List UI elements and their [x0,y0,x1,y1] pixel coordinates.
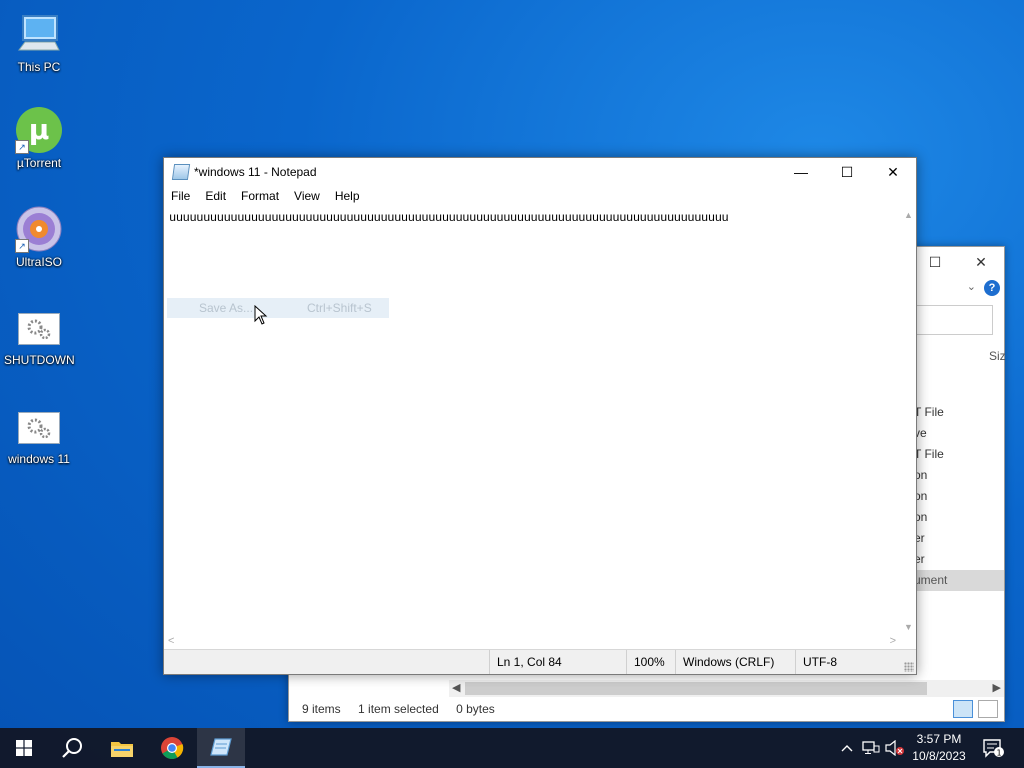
desktop-icon-windows-11[interactable]: windows 11 [4,406,74,466]
mouse-cursor-icon [254,304,268,328]
desktop-icon-label: windows 11 [8,452,70,466]
utorrent-icon: µ ↗ [15,106,63,154]
file-explorer-taskbar-button[interactable] [98,728,146,768]
scroll-up-icon[interactable]: ▲ [904,210,913,220]
window-title: *windows 11 - Notepad [194,165,317,179]
volume-muted-icon[interactable] [884,728,906,768]
notepad-icon [210,738,232,756]
clock-date: 10/8/2023 [912,749,966,763]
status-bar: Ln 1, Col 84 100% Windows (CRLF) UTF-8 [164,649,916,674]
notepad-icon [171,164,191,180]
editor-text[interactable]: uuuuuuuuuuuuuuuuuuuuuuuuuuuuuuuuuuuuuuuu… [169,211,729,225]
menu-edit[interactable]: Edit [198,186,234,203]
scroll-left-icon[interactable]: < [168,635,174,647]
file-type-cell: T File [914,405,944,419]
windows-logo-icon [16,740,32,756]
cursor-position: Ln 1, Col 84 [489,650,562,674]
taskbar-clock[interactable]: 3:57 PM 10/8/2023 [906,731,972,765]
chevron-down-icon[interactable]: ⌄ [967,280,976,293]
save-as-menu-item[interactable]: Save As... Ctrl+Shift+S [167,298,389,318]
menu-file[interactable]: File [164,186,198,203]
folder-icon [111,742,133,757]
scrollbar-thumb[interactable] [465,682,927,695]
notepad-titlebar[interactable]: *windows 11 - Notepad — ☐ ✕ [164,158,916,186]
explorer-horizontal-scrollbar[interactable]: ◀ ▶ [449,680,1004,697]
menu-bar: File Edit Format View Help [164,186,916,208]
selection-count: 1 item selected [358,702,439,716]
chrome-icon [161,737,184,759]
desktop-icon-label: UltraISO [15,255,62,269]
search-button[interactable] [48,728,96,768]
horizontal-scrollbar[interactable]: < > [164,634,902,650]
maximize-button[interactable]: ☐ [824,158,870,186]
item-count: 9 items [302,702,341,716]
desktop-icon-shutdown[interactable]: SHUTDOWN [4,307,75,367]
desktop-icon-label: µTorrent [16,156,62,170]
shortcut-arrow-icon: ↗ [15,140,29,154]
desktop-icon-label: This PC [17,60,61,74]
settings-file-icon [18,313,60,345]
notification-count: 1 [996,749,1001,758]
help-icon[interactable]: ? [984,280,1000,296]
desktop-icon-ultraiso[interactable]: ↗ UltraISO [4,205,74,269]
start-button[interactable] [0,728,48,768]
desktop-icon-utorrent[interactable]: µ ↗ µTorrent [4,106,74,170]
notification-icon: 1 [983,739,1004,758]
save-as-shortcut: Ctrl+Shift+S [307,301,372,315]
text-editor-area[interactable]: uuuuuuuuuuuuuuuuuuuuuuuuuuuuuuuuuuuuuuuu… [164,208,902,634]
ultraiso-icon: ↗ [15,205,63,253]
explorer-status-bar: 9 items 1 item selected 0 bytes [302,702,509,716]
column-header-size[interactable]: Siz [989,349,1006,363]
notepad-window[interactable]: *windows 11 - Notepad — ☐ ✕ File Edit Form… [163,157,917,675]
chrome-taskbar-button[interactable] [148,728,196,768]
explorer-maximize-button[interactable]: ☐ [915,251,955,273]
save-as-label: Save As... [199,301,254,315]
zoom-level: 100% [626,650,665,674]
menu-format[interactable]: Format [234,186,287,203]
desktop-icon-this-pc[interactable]: This PC [4,10,74,74]
file-type-cell: T File [914,447,944,461]
encoding: UTF-8 [795,650,837,674]
vertical-scrollbar[interactable]: ▲ ▼ [902,208,916,634]
large-icons-view-icon[interactable] [978,700,998,718]
taskbar: 3:57 PM 10/8/2023 1 [0,728,1024,768]
selection-size: 0 bytes [456,702,495,716]
clock-time: 3:57 PM [916,732,962,746]
explorer-search-input[interactable] [909,305,993,335]
chevron-up-icon [841,745,853,752]
file-type-cell-selected[interactable]: ument [914,570,1004,591]
action-center-button[interactable]: 1 [978,728,1008,768]
search-icon [62,738,82,758]
network-icon[interactable] [860,728,882,768]
minimize-button[interactable]: — [778,158,824,186]
explorer-close-button[interactable]: ✕ [961,251,1001,273]
close-button[interactable]: ✕ [870,158,916,186]
scroll-left-icon[interactable]: ◀ [452,681,460,694]
desktop-icon-label: SHUTDOWN [4,353,75,367]
menu-help[interactable]: Help [328,186,368,203]
resize-grip-icon[interactable] [904,662,914,672]
this-pc-icon [15,10,63,58]
menu-view[interactable]: View [287,186,328,203]
show-hidden-icons-button[interactable] [838,728,856,768]
scroll-right-icon[interactable]: ▶ [993,681,1001,694]
scroll-down-icon[interactable]: ▼ [904,622,913,632]
line-ending: Windows (CRLF) [675,650,774,674]
settings-file-icon [18,412,60,444]
details-view-icon[interactable] [952,700,973,718]
notepad-taskbar-button[interactable] [197,728,245,768]
scroll-right-icon[interactable]: > [890,635,896,647]
shortcut-arrow-icon: ↗ [15,239,29,253]
svg-text:µ: µ [29,113,50,146]
